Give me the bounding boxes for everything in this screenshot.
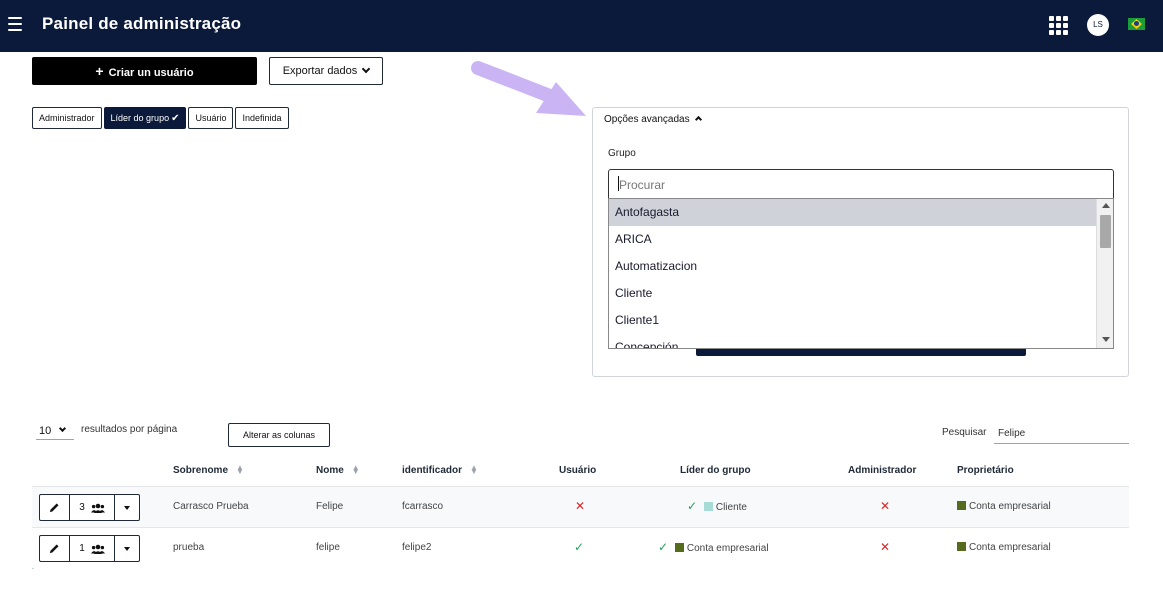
group-option[interactable]: Concepción bbox=[609, 334, 1096, 348]
caret-down-icon bbox=[124, 505, 130, 510]
column-header-identifier[interactable]: identificador ▲ ▼ bbox=[402, 463, 478, 477]
group-option[interactable]: Cliente bbox=[609, 280, 1096, 307]
column-header-surname[interactable]: Sobrenome ▲ ▼ bbox=[173, 463, 244, 477]
group-option[interactable]: ARICA bbox=[609, 226, 1096, 253]
group-label: Grupo bbox=[608, 148, 636, 159]
column-header-user: Usuário bbox=[559, 465, 597, 476]
apps-grid-icon[interactable] bbox=[1049, 16, 1069, 35]
change-columns-button[interactable]: Alterar as colunas bbox=[228, 423, 330, 447]
groups-count-button[interactable]: 1 bbox=[70, 536, 115, 561]
x-icon: ✕ bbox=[575, 499, 586, 513]
cell-owner: Conta empresarial bbox=[957, 501, 1051, 512]
column-header-name[interactable]: Nome ▲ ▼ bbox=[316, 463, 360, 477]
chevron-up-icon bbox=[694, 115, 702, 124]
role-filter-group: Administrador Líder do grupo ✔ Usuário In… bbox=[32, 107, 289, 129]
advanced-options-toggle[interactable]: Opções avançadas bbox=[604, 114, 702, 125]
caret-down-icon bbox=[124, 546, 130, 551]
hamburger-icon[interactable] bbox=[8, 17, 22, 31]
sort-icon: ▲ ▼ bbox=[236, 463, 244, 477]
per-page-label: resultados por página bbox=[81, 424, 178, 435]
table-row: 3 Carrasco Prueba Felipe fcarrasco ✕ ✓ C… bbox=[32, 486, 1129, 527]
table-search-label: Pesquisar bbox=[942, 427, 987, 438]
chevron-down-icon bbox=[362, 64, 371, 74]
check-icon: ✓ bbox=[658, 540, 669, 554]
cell-name: felipe bbox=[316, 542, 340, 553]
cell-group-leader: ✓ Conta empresarial bbox=[658, 540, 769, 554]
table-row: 1 prueba felipe felipe2 ✓ ✓ Conta empres… bbox=[32, 527, 1129, 568]
scroll-thumb[interactable] bbox=[1100, 215, 1111, 248]
users-icon bbox=[90, 503, 105, 513]
users-icon bbox=[90, 544, 105, 554]
row-menu-button[interactable] bbox=[115, 536, 139, 561]
sort-icon: ▲ ▼ bbox=[470, 463, 478, 477]
cell-identifier: fcarrasco bbox=[402, 501, 444, 512]
group-options-list[interactable]: Antofagasta ARICA Automatizacion Cliente… bbox=[608, 198, 1114, 349]
cell-owner: Conta empresarial bbox=[957, 542, 1051, 553]
export-data-button[interactable]: Exportar dados bbox=[269, 57, 383, 85]
group-option[interactable]: Antofagasta bbox=[609, 199, 1096, 226]
role-filter-group-leader[interactable]: Líder do grupo ✔ bbox=[103, 107, 187, 129]
group-option[interactable]: Automatizacion bbox=[609, 253, 1096, 280]
cell-surname: Carrasco Prueba bbox=[173, 501, 249, 512]
row-action-group: 3 bbox=[39, 494, 140, 521]
chevron-down-icon bbox=[59, 424, 67, 433]
check-icon: ✓ bbox=[574, 540, 585, 554]
x-icon: ✕ bbox=[880, 499, 891, 513]
pencil-icon bbox=[49, 544, 59, 554]
role-filter-undefined[interactable]: Indefinida bbox=[235, 107, 289, 129]
plus-icon: + bbox=[95, 63, 104, 79]
column-header-group-leader: Líder do grupo bbox=[680, 465, 751, 476]
advanced-options-panel: Opções avançadas Grupo Antofagasta ARICA… bbox=[592, 107, 1129, 377]
group-search-input[interactable] bbox=[608, 169, 1114, 199]
pencil-icon bbox=[49, 503, 59, 513]
group-option[interactable]: Cliente1 bbox=[609, 307, 1096, 334]
scroll-up-icon[interactable] bbox=[1102, 203, 1110, 208]
edit-button[interactable] bbox=[40, 536, 70, 561]
check-icon: ✓ bbox=[687, 499, 698, 513]
brazil-flag-icon[interactable] bbox=[1128, 18, 1145, 30]
role-filter-user[interactable]: Usuário bbox=[188, 107, 234, 129]
groups-count-button[interactable]: 3 bbox=[70, 495, 115, 520]
page-title: Painel de administração bbox=[42, 14, 242, 33]
x-icon: ✕ bbox=[880, 540, 891, 554]
page-size-select[interactable]: 10 bbox=[36, 422, 74, 440]
row-action-group: 1 bbox=[39, 535, 140, 562]
owner-color-swatch bbox=[957, 542, 966, 551]
scroll-down-icon[interactable] bbox=[1102, 337, 1110, 342]
dropdown-scrollbar[interactable] bbox=[1096, 199, 1113, 348]
cell-surname: prueba bbox=[173, 542, 205, 553]
column-header-admin: Administrador bbox=[848, 465, 917, 476]
row-menu-button[interactable] bbox=[115, 495, 139, 520]
text-caret bbox=[618, 176, 619, 191]
role-filter-administrator[interactable]: Administrador bbox=[32, 107, 102, 129]
cell-identifier: felipe2 bbox=[402, 542, 432, 553]
top-bar: Painel de administração LS bbox=[0, 0, 1163, 52]
cell-group-leader: ✓ Cliente bbox=[687, 499, 747, 513]
check-icon: ✔ bbox=[171, 113, 180, 124]
avatar[interactable]: LS bbox=[1087, 14, 1109, 36]
group-color-swatch bbox=[674, 543, 684, 552]
sort-icon: ▲ ▼ bbox=[351, 463, 360, 477]
table-search-input[interactable] bbox=[994, 424, 1129, 444]
cell-name: Felipe bbox=[316, 501, 344, 512]
column-header-owner: Proprietário bbox=[957, 465, 1014, 476]
owner-color-swatch bbox=[957, 501, 966, 510]
edit-button[interactable] bbox=[40, 495, 70, 520]
group-color-swatch bbox=[703, 502, 713, 511]
annotation-arrow-icon bbox=[471, 61, 586, 116]
create-user-button[interactable]: + Criar un usuário bbox=[32, 57, 257, 85]
